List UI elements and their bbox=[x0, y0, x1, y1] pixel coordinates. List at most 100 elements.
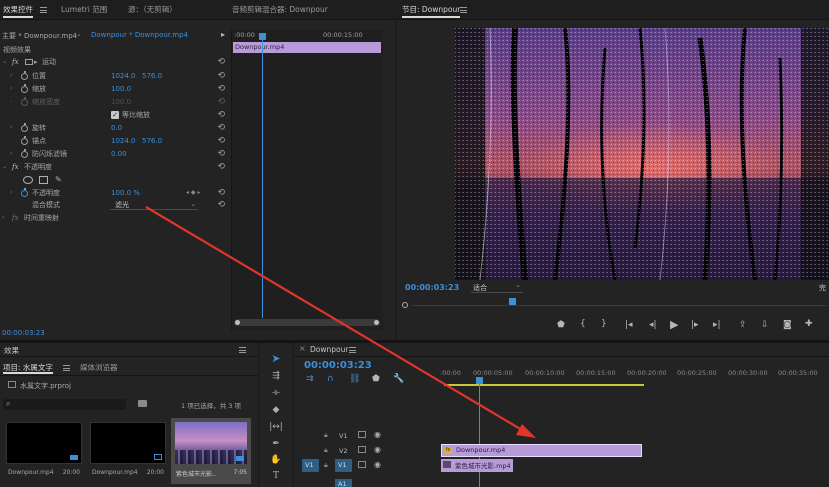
track-target-v1[interactable]: V1 bbox=[335, 459, 352, 472]
go-to-in-icon[interactable]: |◂ bbox=[625, 320, 633, 330]
reset-icon[interactable]: ⟲ bbox=[217, 122, 225, 134]
rectangle-mask-icon[interactable] bbox=[39, 176, 48, 184]
step-forward-icon[interactable]: |▸ bbox=[691, 320, 699, 330]
track-select-tool-icon[interactable]: ⇶ bbox=[268, 369, 284, 383]
position-y-value[interactable]: 576.0 bbox=[142, 70, 162, 82]
reset-icon[interactable]: ⟲ bbox=[217, 161, 225, 173]
menu-icon[interactable] bbox=[460, 7, 467, 13]
motion-row[interactable]: ⌄ fx ▸ 运动 ⟲ bbox=[0, 56, 229, 68]
mark-out-icon[interactable]: } bbox=[601, 319, 607, 329]
sync-lock-icon[interactable] bbox=[358, 431, 366, 438]
nest-icon[interactable]: ⇉ bbox=[306, 374, 314, 384]
type-tool-icon[interactable]: T bbox=[268, 469, 284, 483]
lock-icon[interactable]: 🔒︎ bbox=[324, 431, 328, 440]
snap-icon[interactable]: ∩ bbox=[327, 374, 334, 384]
effect-controls-timecode[interactable]: 00:00:03:23 bbox=[2, 329, 45, 337]
expand-triangle-icon[interactable]: ⌄ bbox=[2, 56, 7, 68]
stopwatch-icon[interactable] bbox=[21, 136, 28, 145]
marker-icon[interactable]: ⬟ bbox=[372, 374, 380, 384]
lock-icon[interactable]: 🔒︎ bbox=[324, 446, 328, 455]
source-patch-a1[interactable]: A1 bbox=[335, 479, 352, 487]
expand-triangle-icon[interactable]: ⌄ bbox=[2, 161, 7, 173]
project-item-3[interactable]: 紫色城市光影.. 7:05 bbox=[171, 418, 251, 484]
expand-triangle-icon[interactable]: › bbox=[10, 122, 12, 134]
sync-lock-icon[interactable] bbox=[358, 446, 366, 453]
mini-timeline[interactable]: :00:00 00:00:15:00 Downpour.mp4 bbox=[231, 30, 383, 330]
program-timecode[interactable]: 00:00:03:23 bbox=[405, 283, 459, 292]
mini-clip-bar[interactable]: Downpour.mp4 bbox=[233, 42, 381, 53]
lock-icon[interactable]: 🔒︎ bbox=[324, 461, 328, 470]
lift-icon[interactable]: ⇪ bbox=[739, 320, 747, 330]
mark-in-icon[interactable]: { bbox=[580, 319, 586, 329]
wrench-icon[interactable]: 🔧 bbox=[393, 374, 404, 384]
expand-triangle-icon[interactable]: › bbox=[2, 212, 4, 224]
reset-icon[interactable]: ⟲ bbox=[217, 83, 225, 95]
go-to-out-icon[interactable]: ▸| bbox=[713, 320, 721, 330]
ellipse-mask-icon[interactable] bbox=[23, 176, 33, 184]
mini-playhead-handle[interactable] bbox=[259, 33, 266, 40]
expand-triangle-icon[interactable]: › bbox=[10, 70, 12, 82]
timeline-clip-downpour[interactable]: fx Downpour.mp4 bbox=[441, 444, 642, 457]
anchor-x-value[interactable]: 1024.0 bbox=[111, 135, 136, 147]
fx-icon[interactable]: fx bbox=[12, 56, 19, 68]
fx-icon[interactable]: fx bbox=[12, 161, 19, 173]
reset-icon[interactable]: ⟲ bbox=[217, 56, 225, 68]
anchor-y-value[interactable]: 576.0 bbox=[142, 135, 162, 147]
chevron-down-icon[interactable]: ⌄ bbox=[76, 30, 82, 38]
linked-selection-icon[interactable]: ⛓ bbox=[349, 374, 360, 384]
fit-dropdown[interactable]: 适合 ⌄ bbox=[471, 281, 523, 293]
step-back-icon[interactable]: ◂| bbox=[649, 320, 657, 330]
close-icon[interactable]: × bbox=[299, 344, 306, 353]
extract-icon[interactable]: ⇩ bbox=[761, 320, 769, 330]
expand-triangle-icon[interactable]: › bbox=[10, 148, 12, 160]
reset-icon[interactable]: ⟲ bbox=[217, 199, 225, 211]
slip-tool-icon[interactable]: |↔| bbox=[268, 420, 284, 434]
expand-triangle-icon[interactable]: › bbox=[10, 83, 12, 95]
tab-lumetri-scopes[interactable]: Lumetri 范围 bbox=[61, 0, 107, 20]
tab-project[interactable]: 项目: 水属文字 bbox=[3, 360, 53, 376]
timeline-ruler[interactable]: :00:00 00:00:05:00 00:00:10:00 00:00:15:… bbox=[440, 363, 829, 387]
timeline-timecode[interactable]: 00:00:03:23 bbox=[304, 360, 372, 371]
rotation-value[interactable]: 0.0 bbox=[111, 122, 122, 134]
project-item-1[interactable]: Downpour.mp4 20:00 bbox=[6, 422, 82, 484]
selection-tool-icon[interactable]: ➤ bbox=[268, 352, 284, 366]
button-editor-icon[interactable]: ✚ bbox=[805, 319, 813, 329]
tab-program[interactable]: 节目: Downpour bbox=[402, 0, 461, 20]
reset-icon[interactable]: ⟲ bbox=[217, 187, 225, 199]
tab-audio-mixer[interactable]: 音频剪辑混合器: Downpour bbox=[232, 0, 328, 20]
blend-mode-dropdown[interactable]: 滤光 ⌄ bbox=[110, 200, 198, 210]
scale-value[interactable]: 100.0 bbox=[111, 83, 131, 95]
reset-icon[interactable]: ⟲ bbox=[217, 70, 225, 82]
menu-icon[interactable] bbox=[349, 347, 356, 353]
opacity-value[interactable]: 100.0 % bbox=[111, 187, 140, 199]
stopwatch-icon[interactable] bbox=[21, 84, 28, 93]
tab-media-browser[interactable]: 媒体浏览器 bbox=[80, 360, 118, 376]
source-clip[interactable]: Downpour * Downpour.mp4 bbox=[91, 31, 188, 39]
menu-icon[interactable] bbox=[40, 7, 47, 13]
stopwatch-icon[interactable] bbox=[21, 71, 28, 80]
play-only-icon[interactable]: ▸ bbox=[221, 30, 225, 39]
folder-icon[interactable] bbox=[138, 400, 147, 407]
tab-effects[interactable]: 效果 bbox=[4, 345, 19, 356]
reset-icon[interactable]: ⟲ bbox=[217, 148, 225, 160]
mini-playhead[interactable] bbox=[262, 33, 263, 318]
reset-icon[interactable]: ⟲ bbox=[217, 109, 225, 121]
eye-icon[interactable]: ◉ bbox=[374, 430, 381, 439]
eye-icon[interactable]: ◉ bbox=[374, 445, 381, 454]
menu-icon[interactable] bbox=[63, 365, 70, 371]
razor-tool-icon[interactable]: ◆ bbox=[268, 403, 284, 417]
source-master[interactable]: 主要 * Downpour.mp4 bbox=[2, 31, 77, 41]
program-video-frame[interactable] bbox=[455, 28, 829, 280]
project-item-2[interactable]: Downpour.mp4 20:00 bbox=[90, 422, 166, 484]
sync-lock-icon[interactable] bbox=[358, 461, 366, 468]
hand-tool-icon[interactable]: ✋ bbox=[268, 453, 284, 467]
opacity-group-row[interactable]: ⌄ fx 不透明度 ⟲ bbox=[0, 161, 229, 173]
antiflicker-value[interactable]: 0.00 bbox=[111, 148, 127, 160]
eye-icon[interactable]: ◉ bbox=[374, 460, 381, 469]
tab-source[interactable]: 源：（无剪辑） bbox=[128, 0, 177, 20]
ripple-edit-tool-icon[interactable]: ⟛ bbox=[268, 386, 284, 400]
zoom-handle-left[interactable] bbox=[402, 302, 408, 308]
source-patch-v1[interactable]: V1 bbox=[302, 459, 319, 472]
pen-tool-icon[interactable]: ✒ bbox=[268, 437, 284, 451]
menu-icon[interactable] bbox=[239, 347, 246, 353]
